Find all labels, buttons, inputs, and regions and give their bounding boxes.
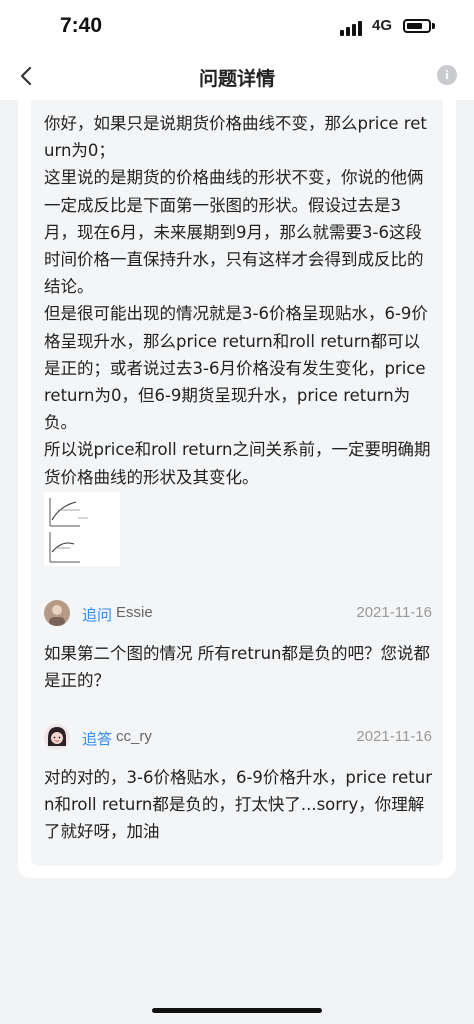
reply-type-label: 追答 xyxy=(82,730,113,748)
nav-bar: 问题详情 i xyxy=(0,52,474,100)
reply-date: 2021-11-16 xyxy=(356,728,432,745)
user-avatar-icon xyxy=(44,600,70,626)
signal-icon xyxy=(340,20,366,36)
reply-text: 对的对的，3-6价格贴水，6-9价格升水，price return和roll r… xyxy=(44,768,432,841)
reply-type-label: 追问 xyxy=(82,606,113,624)
reply-followup: 追问 Essie 2021-11-16 如果第二个图的情况 所有retrun都是… xyxy=(44,600,432,694)
page-title: 问题详情 xyxy=(198,68,275,90)
question-detail-card: 你好，如果只是说期货价格曲线不变，那么price return为0； 这里说的是… xyxy=(18,100,456,878)
answer-paragraph: 你好，如果只是说期货价格曲线不变，那么price return为0； xyxy=(44,114,427,161)
reply-answer: 追答 cc_ry 2021-11-16 对的对的，3-6价格贴水，6-9价格升水… xyxy=(44,724,432,845)
info-icon[interactable]: i xyxy=(437,65,457,85)
avatar[interactable] xyxy=(44,724,70,750)
sketch-thumbnail-icon xyxy=(44,492,120,566)
battery-cap xyxy=(432,23,435,29)
reply-username: Essie xyxy=(116,604,153,621)
reply-text: 如果第二个图的情况 所有retrun都是负的吧？您说都是正的？ xyxy=(44,644,430,690)
home-indicator[interactable] xyxy=(152,1008,322,1013)
reply-header: 追答 cc_ry 2021-11-16 xyxy=(44,724,432,754)
reply-username: cc_ry xyxy=(116,728,152,745)
answer-paragraph: 但是很可能出现的情况就是3-6价格呈现贴水，6-9价格呈现升水，那么price … xyxy=(44,304,428,433)
reply-date: 2021-11-16 xyxy=(356,604,432,621)
status-bar: 7:40 4G xyxy=(0,0,474,52)
answer-paragraph: 所以说price和roll return之间关系前，一定要明确期货价格曲线的形状… xyxy=(44,440,431,487)
attachment-image[interactable] xyxy=(44,492,120,566)
status-time: 7:40 xyxy=(60,14,103,37)
answer-text: 你好，如果只是说期货价格曲线不变，那么price return为0； 这里说的是… xyxy=(44,110,432,491)
reply-header: 追问 Essie 2021-11-16 xyxy=(44,600,432,630)
answer-paragraph: 这里说的是期货的价格曲线的形状不变，你说的他俩一定成反比是下面第一张图的形状。假… xyxy=(44,168,424,297)
battery-icon xyxy=(403,19,431,33)
user-avatar-icon xyxy=(44,724,70,750)
avatar[interactable] xyxy=(44,600,70,626)
answer-panel: 你好，如果只是说期货价格曲线不变，那么price return为0； 这里说的是… xyxy=(31,100,443,866)
network-label: 4G xyxy=(372,17,393,34)
